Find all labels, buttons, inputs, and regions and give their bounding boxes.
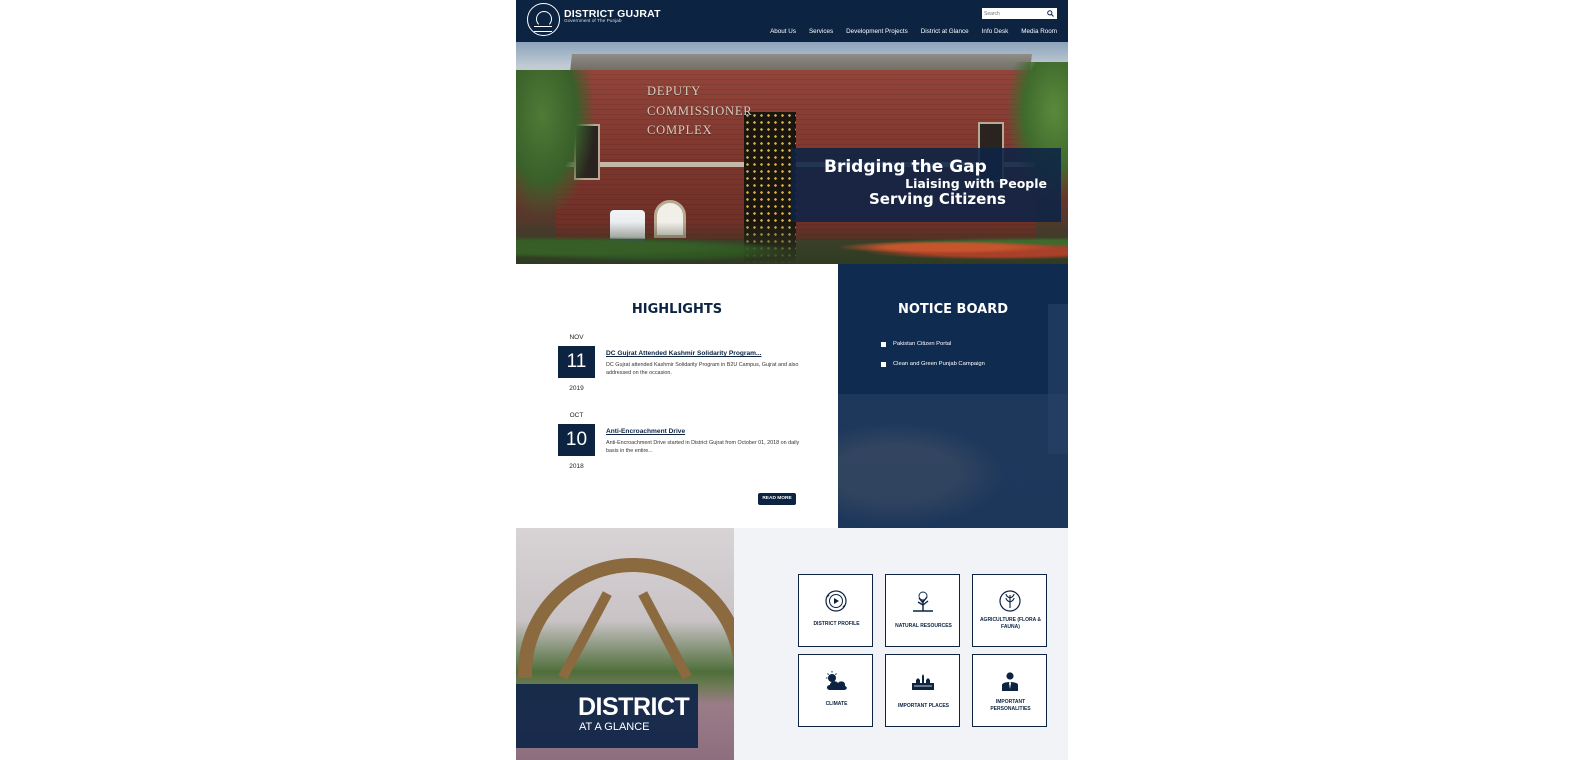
search-icon[interactable] (1047, 10, 1054, 17)
site-header: DISTRICT GUJRAT Government of The Punjab… (516, 0, 1068, 42)
notice-background-photo (838, 394, 1068, 528)
banner-line: Bridging the Gap (824, 157, 987, 177)
building-icon (912, 674, 934, 690)
news-month: OCT (569, 412, 584, 419)
nav-info-desk[interactable]: Info Desk (982, 28, 1009, 38)
glance-banner-title: DISTRICT (578, 693, 690, 721)
news-item: OCT 10 2018 Anti-Encroachment Drive Anti… (558, 412, 803, 480)
read-more-button[interactable]: READ MORE (758, 493, 796, 505)
tile-important-places[interactable]: IMPORTANT PLACES (885, 654, 960, 727)
news-month: NOV (569, 334, 584, 341)
gateway-arch (518, 558, 734, 678)
news-year: 2019 (569, 385, 584, 392)
notice-board-section: NOTICE BOARD Pakistan Citizen Portal Cle… (838, 264, 1068, 528)
page: DISTRICT GUJRAT Government of The Punjab… (516, 0, 1068, 760)
banner-line: Liaising with People (905, 176, 1047, 191)
glance-banner-subtitle: AT A GLANCE (579, 721, 650, 733)
tile-label: NATURAL RESOURCES (895, 623, 952, 629)
hero-banner: Bridging the Gap Liaising with People Se… (791, 148, 1061, 222)
notice-board-title: NOTICE BOARD (897, 302, 1009, 317)
tree-icon (913, 591, 933, 612)
glance-photo: DISTRICT AT A GLANCE (516, 528, 734, 760)
site-subtitle: Government of The Punjab (564, 19, 622, 24)
cloud-sun-icon (826, 671, 847, 690)
glance-tiles-panel: DISTRICT PROFILE NATURAL RESOURCES AGRIC… (734, 528, 1068, 760)
district-profile-icon (825, 590, 847, 612)
notice-background-wall (1048, 304, 1068, 454)
tile-climate[interactable]: CLIMATE (798, 654, 873, 727)
glance-banner[interactable]: DISTRICT AT A GLANCE (516, 684, 698, 748)
main-nav: About Us Services Development Projects D… (770, 28, 1068, 38)
news-title-link[interactable]: DC Gujrat Attended Kashmir Solidarity Pr… (606, 350, 761, 357)
tile-label: DISTRICT PROFILE (813, 621, 860, 627)
tile-agriculture[interactable]: AGRICULTURE (FLORA & FAUNA) (972, 574, 1047, 647)
hero-image: DEPUTY COMMISSIONER COMPLEX Bridging the… (516, 42, 1068, 264)
hero-shrubs (516, 222, 1068, 264)
news-day: 10 (558, 424, 595, 456)
tile-natural-resources[interactable]: NATURAL RESOURCES (885, 574, 960, 647)
highlights-title: HIGHLIGHTS (631, 302, 723, 317)
person-icon (1002, 672, 1018, 691)
news-year: 2018 (569, 463, 584, 470)
nav-district-at-glance[interactable]: District at Glance (921, 28, 969, 38)
notice-item-label[interactable]: Pakistan Citizen Portal (893, 341, 951, 347)
tile-label: IMPORTANT PLACES (897, 703, 950, 709)
nav-about-us[interactable]: About Us (770, 28, 796, 38)
search-box (982, 8, 1057, 19)
building-name: DEPUTY COMMISSIONER COMPLEX (647, 82, 752, 141)
building-name-line: COMPLEX (647, 123, 713, 137)
news-excerpt: DC Gujrat attended Kashmir Solidarity Pr… (606, 362, 799, 376)
tile-district-profile[interactable]: DISTRICT PROFILE (798, 574, 873, 647)
tile-label: CLIMATE (825, 701, 848, 707)
news-day: 11 (558, 346, 595, 378)
notice-item-label[interactable]: Clean and Green Punjab Campaign (893, 361, 985, 367)
nav-development-projects[interactable]: Development Projects (846, 28, 908, 38)
punjab-emblem-icon[interactable] (527, 3, 560, 36)
hero-palm-tree (516, 70, 596, 220)
banner-line: Serving Citizens (869, 190, 1006, 208)
tile-label: AGRICULTURE (FLORA & FAUNA) (979, 617, 1042, 630)
news-excerpt: Anti-Encroachment Drive started in Distr… (606, 440, 800, 454)
notice-item[interactable]: Clean and Green Punjab Campaign (881, 361, 985, 367)
news-item: NOV 11 2019 DC Gujrat Attended Kashmir S… (558, 334, 803, 402)
building-name-line: DEPUTY (647, 84, 702, 98)
tile-important-personalities[interactable]: IMPORTANT PERSONALITIES (972, 654, 1047, 727)
building-name-line: COMMISSIONER (647, 103, 753, 118)
nav-media-room[interactable]: Media Room (1021, 28, 1057, 38)
nav-services[interactable]: Services (809, 28, 833, 38)
notice-item[interactable]: Pakistan Citizen Portal (881, 341, 951, 347)
tile-label: IMPORTANT PERSONALITIES (990, 699, 1031, 712)
leaf-icon (999, 590, 1021, 612)
highlights-section: HIGHLIGHTS NOV 11 2019 DC Gujrat Attende… (516, 264, 838, 528)
news-title-link[interactable]: Anti-Encroachment Drive (606, 428, 685, 435)
search-input[interactable] (984, 8, 1042, 19)
